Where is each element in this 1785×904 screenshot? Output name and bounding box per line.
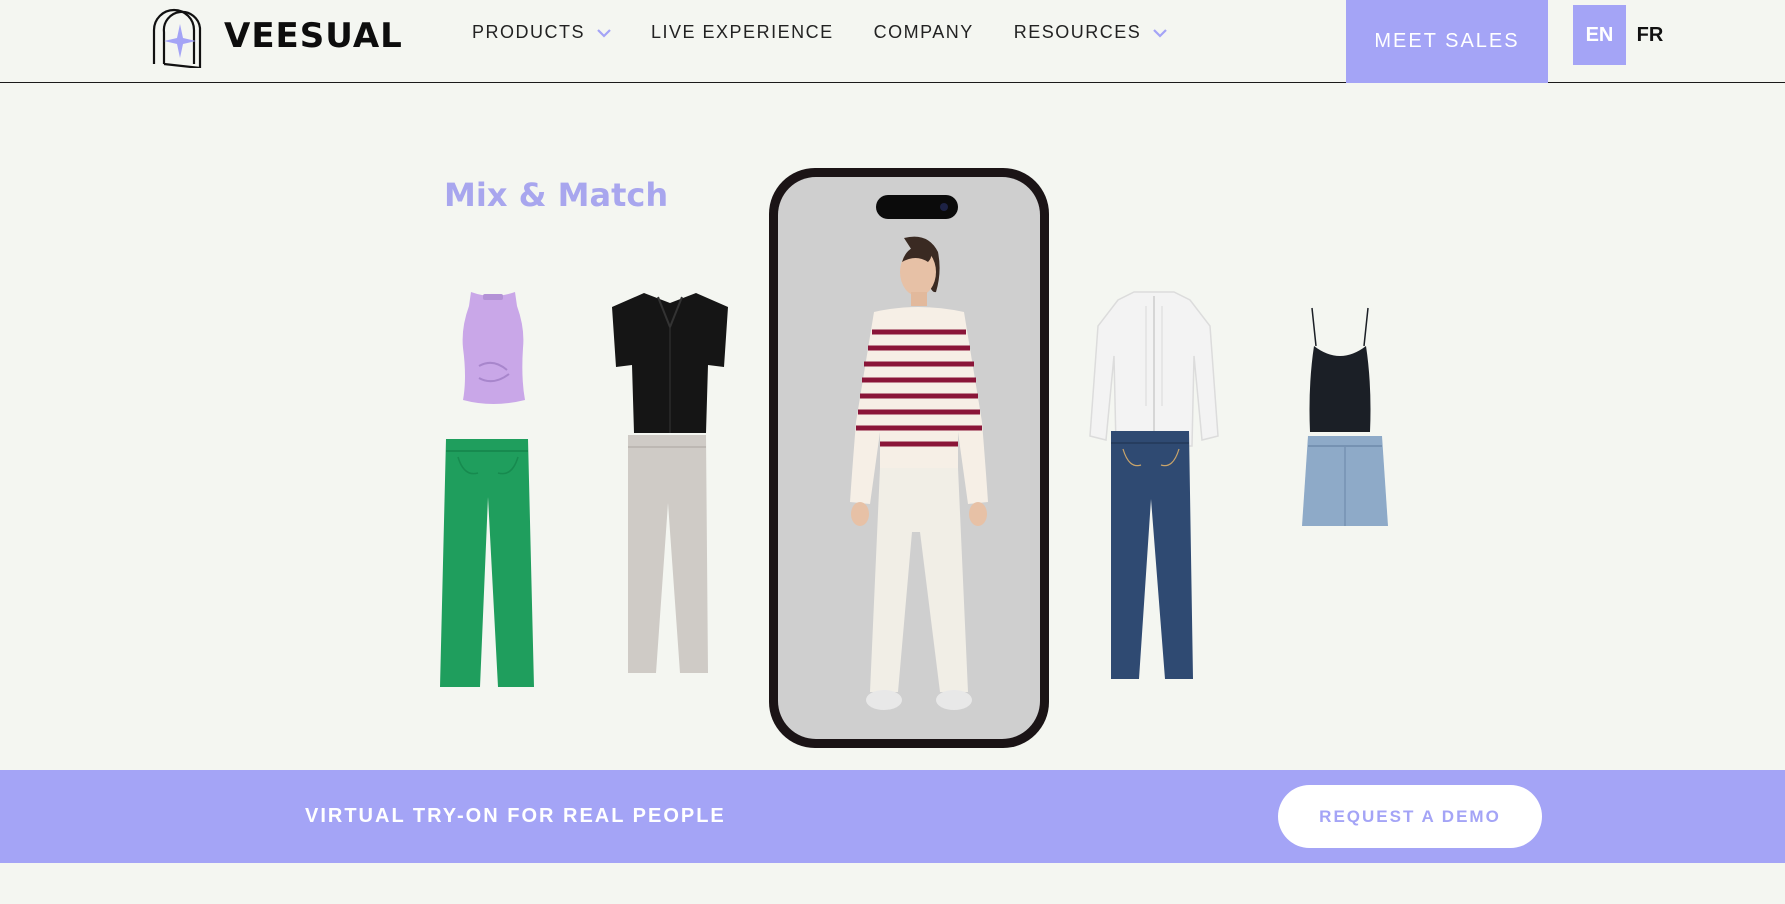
phone-notch	[876, 195, 958, 219]
request-demo-button[interactable]: REQUEST A DEMO	[1278, 785, 1542, 848]
meet-sales-button[interactable]: MEET SALES	[1346, 0, 1548, 83]
language-en-button[interactable]: EN	[1573, 5, 1626, 65]
chevron-down-icon	[1153, 28, 1168, 38]
nav-item-label: COMPANY	[873, 22, 974, 42]
arch-star-logo-icon	[152, 8, 202, 68]
denim-skirt-image[interactable]	[1300, 434, 1390, 530]
nav-item-company[interactable]: COMPANY	[874, 22, 974, 43]
nav-item-label: RESOURCES	[1013, 22, 1142, 42]
main-nav: PRODUCTS LIVE EXPERIENCE COMPANY RESOURC…	[472, 22, 1207, 43]
blue-jeans-image[interactable]	[1107, 429, 1195, 685]
bottom-banner: VIRTUAL TRY-ON FOR REAL PEOPLE REQUEST A…	[0, 770, 1785, 863]
banner-tagline: VIRTUAL TRY-ON FOR REAL PEOPLE	[305, 805, 726, 827]
phone-mockup	[769, 168, 1049, 748]
green-jeans-image[interactable]	[438, 437, 538, 695]
language-fr-button[interactable]: FR	[1630, 5, 1670, 65]
nav-item-label: LIVE EXPERIENCE	[651, 22, 834, 42]
site-header: VEESUAL PRODUCTS LIVE EXPERIENCE COMPANY…	[0, 0, 1785, 83]
brand-name: VEESUAL	[224, 16, 403, 56]
nav-item-live-experience[interactable]: LIVE EXPERIENCE	[651, 22, 834, 43]
black-camisole-image[interactable]	[1302, 306, 1378, 436]
mix-and-match-title: Mix & Match	[444, 176, 669, 214]
chevron-down-icon	[597, 28, 611, 38]
lilac-twist-top-image[interactable]	[455, 288, 531, 406]
model-avatar-image	[850, 236, 988, 710]
nav-item-resources[interactable]: RESOURCES	[1014, 22, 1168, 43]
nav-item-products[interactable]: PRODUCTS	[472, 22, 611, 43]
try-on-screen[interactable]	[778, 177, 1040, 739]
brand-logo[interactable]: VEESUAL	[148, 4, 403, 68]
nav-item-label: PRODUCTS	[472, 22, 586, 42]
grey-trousers-image[interactable]	[622, 433, 712, 679]
black-shirt-image[interactable]	[608, 287, 732, 437]
